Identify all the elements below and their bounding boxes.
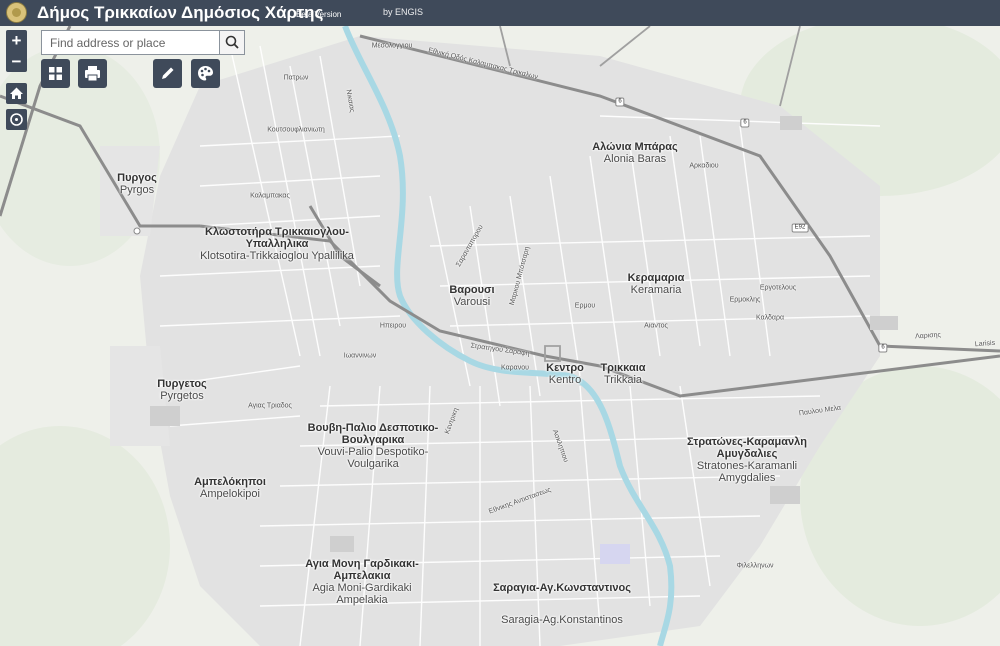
street-label: Ερμοκλης [729, 296, 761, 304]
street-label: Αιαντος [644, 322, 668, 330]
credit-text: by ENGIS [383, 7, 424, 17]
area-label-vouvi: Βουβη-Παλιο Δεσποτικο-Βουλγαρικα Vouvi-Pa… [307, 422, 439, 470]
street-label: Αγιας Τριαδος [248, 402, 292, 410]
area-label-agia-moni: Αγια Μονη Γαρδικακι-Αμπελακια Agia Moni-G… [305, 558, 419, 606]
route-shield: 6 [615, 97, 625, 107]
beta-badge: Beta Version [296, 10, 342, 19]
area-label-varousi: Βαρουσι Varousi [449, 284, 495, 308]
street-label: Φιλελληνων [736, 562, 774, 570]
search-button[interactable] [219, 31, 244, 54]
zoom-out-button[interactable]: − [6, 51, 27, 72]
zoom-in-button[interactable]: + [6, 30, 27, 51]
app-header: Δήμος Τρικκαίων Δημόσιος Χάρτης Beta Ver… [0, 0, 1000, 26]
search-icon [225, 35, 239, 49]
palette-icon [198, 66, 213, 81]
street-label: Ιωαννινων [343, 352, 377, 360]
locate-button[interactable] [6, 109, 27, 130]
route-shield: 6 [878, 343, 888, 353]
area-label-saragia: Σαραγια-Αγ.Κωνσταντινος [493, 582, 631, 594]
street-label: Μεσολογγιου [371, 42, 413, 50]
area-label-pyrgos: Πυργος Pyrgos [117, 172, 157, 196]
street-label: Καλδαρα [756, 314, 784, 322]
route-shield: E92 [791, 223, 809, 233]
area-label-pyrgetos: Πυργετος Pyrgetos [157, 378, 207, 402]
area-label-kentro: Κεντρο Kentro [546, 362, 584, 386]
street-label: Larisis [974, 339, 996, 349]
street-label: Ηπειρου [379, 322, 407, 330]
area-label-klostotira: Κλωστοτήρα Τρικκαιογλου-Υπαλληλικα Klotso… [200, 226, 354, 262]
home-button[interactable] [6, 83, 27, 104]
street-label: Πατρων [283, 74, 309, 82]
street-label: Καρανου [501, 364, 529, 372]
search-box [41, 30, 245, 55]
map-canvas[interactable]: Αλώνια Μπάρας Alonia Baras Πυργος Pyrgos Κ… [0, 26, 1000, 646]
area-label-stratones: Στρατώνες-Καραμανλη Αμυγδαλιες Stratones-… [687, 436, 807, 484]
search-input[interactable] [42, 31, 220, 54]
area-label-trikkaia: Τρικκαια Trikkaia [600, 362, 646, 386]
basemap-gallery-icon [49, 67, 62, 80]
basemap [0, 26, 1000, 646]
app-title: Δήμος Τρικκαίων Δημόσιος Χάρτης [37, 3, 324, 22]
home-icon [10, 87, 23, 99]
street-label: Κουτσουφλιανιωτη [267, 126, 325, 134]
municipality-logo-icon [6, 2, 27, 23]
measure-button[interactable] [153, 59, 182, 88]
print-icon [85, 66, 100, 82]
area-label-alonia-baras: Αλώνια Μπάρας Alonia Baras [592, 141, 678, 165]
basemap-gallery-button[interactable] [41, 59, 70, 88]
street-label: Αρκαδιου [689, 162, 719, 170]
street-label: Ερμου [574, 302, 596, 310]
area-label-saragia-latin: Saragia-Ag.Konstantinos [501, 614, 623, 626]
street-label: Καλαμπακας [250, 192, 290, 200]
route-shield: 6 [740, 118, 750, 128]
area-label-ampelokipoi: Αμπελόκηποι Ampelokipoi [194, 476, 266, 500]
street-label: Εργοτελους [759, 284, 797, 292]
pencil-icon [162, 67, 174, 79]
zoom-control: + − [6, 30, 27, 72]
print-button[interactable] [78, 59, 107, 88]
area-label-keramaria: Κεραμαρια Keramaria [627, 272, 685, 296]
layers-button[interactable] [191, 59, 220, 88]
locate-icon [10, 113, 23, 126]
